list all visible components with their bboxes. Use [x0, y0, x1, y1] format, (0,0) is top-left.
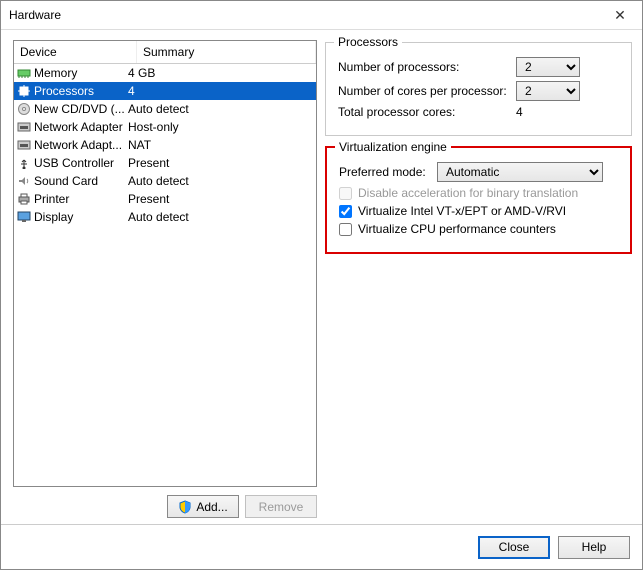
- dialog-footer: Close Help: [1, 524, 642, 569]
- device-name: Memory: [34, 66, 77, 80]
- chk-virtualize-vtx-label: Virtualize Intel VT-x/EPT or AMD-V/RVI: [358, 204, 566, 218]
- sound-icon: [16, 173, 32, 189]
- preferred-mode-label: Preferred mode:: [339, 165, 431, 179]
- nic-icon: [16, 119, 32, 135]
- close-icon[interactable]: ✕: [598, 1, 642, 29]
- processors-group: Processors Number of processors: 2 Numbe…: [325, 42, 632, 136]
- nic-icon: [16, 137, 32, 153]
- virtualization-group: Virtualization engine Preferred mode: Au…: [325, 146, 632, 254]
- printer-icon: [16, 191, 32, 207]
- device-name: New CD/DVD (...: [34, 102, 125, 116]
- display-icon: [16, 209, 32, 225]
- device-name: Network Adapter: [34, 120, 123, 134]
- chk-perf-counters[interactable]: Virtualize CPU performance counters: [339, 222, 618, 236]
- device-row[interactable]: USB Controller Present: [14, 154, 316, 172]
- cores-per-processor-select[interactable]: 2: [516, 81, 580, 101]
- device-row[interactable]: Network AdapterHost-only: [14, 118, 316, 136]
- device-list-header: Device Summary: [14, 41, 316, 64]
- device-summary: Present: [126, 192, 314, 206]
- total-cores-label: Total processor cores:: [338, 105, 510, 119]
- device-name: Display: [34, 210, 73, 224]
- total-cores-value: 4: [516, 105, 523, 119]
- settings-panel: Processors Number of processors: 2 Numbe…: [325, 40, 632, 518]
- device-row[interactable]: Printer Present: [14, 190, 316, 208]
- device-summary: Present: [126, 156, 314, 170]
- chk-disable-accel-input[interactable]: [339, 187, 352, 200]
- close-button[interactable]: Close: [478, 536, 550, 559]
- remove-button: Remove: [245, 495, 317, 518]
- device-row[interactable]: New CD/DVD (...Auto detect: [14, 100, 316, 118]
- device-summary: 4 GB: [126, 66, 314, 80]
- dialog-body: Device Summary Memory4 GBProcessors4New …: [1, 30, 642, 518]
- device-name: Processors: [34, 84, 94, 98]
- help-button[interactable]: Help: [558, 536, 630, 559]
- device-row[interactable]: Network Adapt... NAT: [14, 136, 316, 154]
- device-summary: NAT: [126, 138, 314, 152]
- chk-disable-accel[interactable]: Disable acceleration for binary translat…: [339, 186, 618, 200]
- chk-disable-accel-label: Disable acceleration for binary translat…: [358, 186, 578, 200]
- device-name: USB Controller: [34, 156, 114, 170]
- cores-per-processor-label: Number of cores per processor:: [338, 84, 510, 98]
- virtualization-legend: Virtualization engine: [335, 140, 451, 154]
- hardware-dialog: Hardware ✕ Device Summary Memory 4 GB Proc…: [0, 0, 643, 570]
- usb-icon: [16, 155, 32, 171]
- add-button[interactable]: Add...: [167, 495, 239, 518]
- chk-perf-counters-label: Virtualize CPU performance counters: [358, 222, 556, 236]
- device-row[interactable]: Display Auto detect: [14, 208, 316, 226]
- preferred-mode-select[interactable]: Automatic: [437, 162, 603, 182]
- processors-legend: Processors: [334, 35, 402, 49]
- device-name: Network Adapt...: [34, 138, 122, 152]
- col-device[interactable]: Device: [14, 41, 137, 63]
- window-title: Hardware: [9, 8, 598, 22]
- device-summary: Auto detect: [126, 210, 314, 224]
- col-summary[interactable]: Summary: [137, 41, 316, 63]
- device-row[interactable]: Processors 4: [14, 82, 316, 100]
- cd-icon: [16, 101, 32, 117]
- memory-icon: [16, 65, 32, 81]
- chk-perf-counters-input[interactable]: [339, 223, 352, 236]
- device-row[interactable]: Sound Card Auto detect: [14, 172, 316, 190]
- shield-icon: [178, 500, 192, 514]
- device-panel: Device Summary Memory4 GBProcessors4New …: [13, 40, 317, 518]
- device-summary: 4: [126, 84, 314, 98]
- device-list: Device Summary Memory4 GBProcessors4New …: [13, 40, 317, 487]
- device-name: Printer: [34, 192, 69, 206]
- num-processors-select[interactable]: 2: [516, 57, 580, 77]
- titlebar: Hardware ✕: [1, 1, 642, 30]
- device-summary: Auto detect: [126, 174, 314, 188]
- device-list-buttons: Add... Remove: [13, 495, 317, 518]
- device-list-body[interactable]: Memory4 GBProcessors4New CD/DVD (...Auto…: [14, 64, 316, 486]
- device-name: Sound Card: [34, 174, 98, 188]
- device-summary: Auto detect: [126, 102, 314, 116]
- chk-virtualize-vtx-input[interactable]: [339, 205, 352, 218]
- device-summary: Host-only: [126, 120, 314, 134]
- chk-virtualize-vtx[interactable]: Virtualize Intel VT-x/EPT or AMD-V/RVI: [339, 204, 618, 218]
- num-processors-label: Number of processors:: [338, 60, 510, 74]
- device-row[interactable]: Memory 4 GB: [14, 64, 316, 82]
- cpu-icon: [16, 83, 32, 99]
- add-button-label: Add...: [196, 500, 227, 514]
- remove-button-label: Remove: [259, 500, 304, 514]
